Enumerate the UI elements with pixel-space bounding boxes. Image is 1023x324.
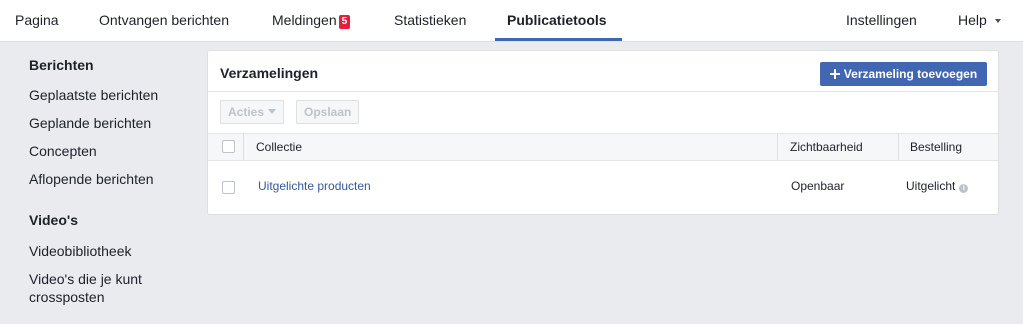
- tab-statistieken[interactable]: Statistieken: [394, 0, 466, 41]
- active-tab-indicator: [495, 38, 622, 41]
- tab-meldingen[interactable]: Meldingen 5: [272, 0, 351, 41]
- collections-panel: Verzamelingen Verzameling toevoegen Acti…: [207, 50, 999, 215]
- column-header-bestelling[interactable]: Bestelling: [910, 134, 962, 160]
- order-value: Uitgelicht: [906, 179, 956, 193]
- caret-down-icon: [268, 109, 277, 114]
- save-button[interactable]: Opslaan: [296, 100, 360, 124]
- sidebar-item-crossposten[interactable]: Video's die je kunt crossposten: [29, 270, 169, 306]
- sidebar-heading-berichten: Berichten: [29, 57, 94, 73]
- select-all-checkbox[interactable]: [222, 140, 235, 153]
- sidebar-item-concepten[interactable]: Concepten: [29, 142, 189, 160]
- column-divider: [777, 134, 778, 160]
- sidebar-item-aflopende-berichten[interactable]: Aflopende berichten: [29, 170, 189, 188]
- visibility-value: Openbaar: [791, 179, 845, 193]
- top-navigation: Pagina Ontvangen berichten Meldingen 5 St…: [0, 0, 1023, 42]
- tab-publicatietools[interactable]: Publicatietools: [507, 0, 607, 41]
- column-header-collectie[interactable]: Collectie: [256, 134, 302, 160]
- tab-ontvangen-berichten[interactable]: Ontvangen berichten: [99, 0, 229, 41]
- column-divider: [898, 134, 899, 160]
- row-checkbox[interactable]: [222, 181, 235, 194]
- actions-label: Acties: [228, 105, 265, 119]
- actions-dropdown[interactable]: Acties: [220, 100, 285, 124]
- column-divider: [243, 134, 244, 160]
- plus-icon: [829, 69, 840, 79]
- info-icon[interactable]: i: [959, 184, 969, 193]
- help-label: Help: [958, 12, 987, 28]
- column-header-zichtbaarheid[interactable]: Zichtbaarheid: [790, 134, 863, 160]
- notification-badge: 5: [338, 15, 351, 29]
- header-divider: [208, 91, 998, 92]
- table-header: Collectie Zichtbaarheid Bestelling: [208, 133, 998, 161]
- settings-link[interactable]: Instellingen: [846, 0, 917, 41]
- caret-down-icon: [994, 19, 1001, 23]
- add-collection-label: Verzameling toevoegen: [843, 67, 978, 81]
- sidebar-heading-videos: Video's: [29, 212, 78, 228]
- sidebar-item-geplande-berichten[interactable]: Geplande berichten: [29, 114, 189, 132]
- sidebar-item-geplaatste-berichten[interactable]: Geplaatste berichten: [29, 86, 189, 104]
- panel-title: Verzamelingen: [220, 65, 319, 81]
- help-menu[interactable]: Help: [958, 0, 1001, 41]
- tab-pagina[interactable]: Pagina: [15, 0, 59, 41]
- tab-meldingen-label: Meldingen: [272, 12, 337, 28]
- order-cell: Uitgelicht i: [906, 179, 969, 193]
- sidebar-item-videobibliotheek[interactable]: Videobibliotheek: [29, 242, 189, 260]
- collection-link[interactable]: Uitgelichte producten: [258, 179, 371, 193]
- add-collection-button[interactable]: Verzameling toevoegen: [820, 62, 987, 86]
